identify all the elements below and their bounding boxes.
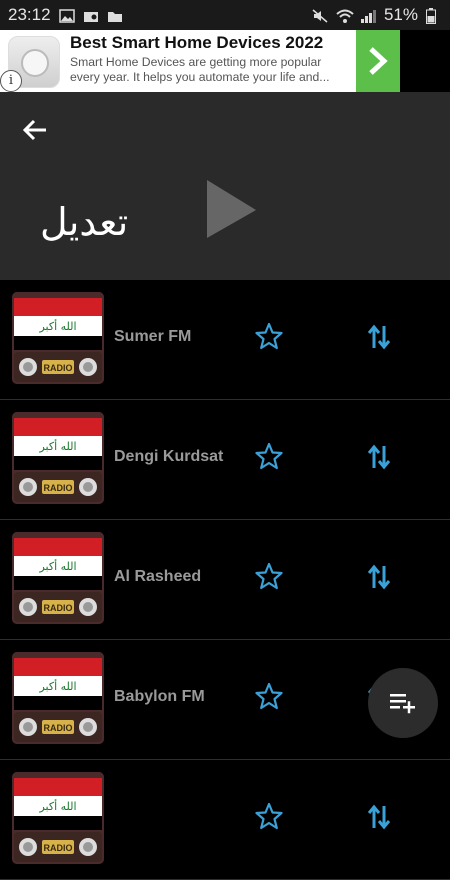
favorite-button[interactable]	[255, 802, 283, 830]
svg-text:الله أكبر: الله أكبر	[38, 559, 76, 573]
play-icon	[207, 180, 256, 238]
ad-title: Best Smart Home Devices 2022	[70, 33, 324, 52]
station-name: Sumer FM	[114, 328, 192, 345]
ad-info-icon[interactable]: i	[0, 70, 22, 92]
image-notification-icon	[58, 8, 75, 23]
reorder-handle[interactable]	[366, 322, 392, 352]
swap-vertical-icon	[367, 564, 391, 590]
ad-banner[interactable]: Best Smart Home Devices 2022 Smart Home …	[0, 30, 400, 92]
page-title: تعديل	[40, 200, 129, 244]
ad-text: Smart Home Devices are getting more popu…	[70, 55, 330, 84]
station-thumbnail: الله أكبر RADIO	[12, 292, 104, 384]
playlist-add-icon	[390, 694, 415, 714]
star-outline-icon	[255, 562, 283, 590]
station-row[interactable]: الله أكبر RADIO Sumer FM	[0, 280, 450, 400]
svg-text:الله أكبر: الله أكبر	[38, 679, 76, 693]
station-row[interactable]: الله أكبر RADIO Al Rasheed	[0, 520, 450, 640]
station-thumbnail: الله أكبر RADIO	[12, 772, 104, 864]
folder-notification-icon	[107, 8, 123, 22]
radio-label: RADIO	[44, 843, 73, 853]
svg-text:الله أكبر: الله أكبر	[38, 799, 76, 813]
battery-percentage: 51%	[383, 5, 418, 24]
swap-vertical-icon	[367, 444, 391, 470]
mute-icon	[312, 8, 328, 23]
star-outline-icon	[255, 322, 283, 350]
battery-icon	[426, 8, 442, 24]
station-thumbnail: الله أكبر RADIO	[12, 412, 104, 504]
play-button[interactable]	[200, 174, 260, 244]
status-bar: 23:12 51%	[0, 0, 450, 30]
iraq-flag-radio-icon: الله أكبر RADIO	[12, 652, 104, 744]
favorite-button[interactable]	[255, 322, 283, 350]
station-row[interactable]: الله أكبر RADIO Dengi Kurdsat	[0, 400, 450, 520]
station-name: Babylon FM	[114, 688, 205, 705]
radio-label: RADIO	[44, 723, 73, 733]
reorder-handle[interactable]	[366, 562, 392, 592]
iraq-flag-radio-icon: الله أكبر RADIO	[12, 772, 104, 864]
favorite-button[interactable]	[255, 562, 283, 590]
add-to-playlist-button[interactable]	[368, 668, 438, 738]
station-thumbnail: الله أكبر RADIO	[12, 532, 104, 624]
station-row[interactable]: الله أكبر RADIO	[0, 760, 450, 880]
station-name: Dengi Kurdsat	[114, 448, 224, 465]
iraq-flag-radio-icon: الله أكبر RADIO	[12, 532, 104, 624]
back-button[interactable]	[20, 114, 52, 146]
star-outline-icon	[255, 682, 283, 710]
ad-open-button[interactable]	[356, 30, 400, 92]
favorite-button[interactable]	[255, 442, 283, 470]
swap-vertical-icon	[367, 804, 391, 830]
toolbar: تعديل	[0, 92, 450, 280]
wifi-icon	[336, 8, 354, 23]
station-list: الله أكبر RADIO Sumer FM الله أكبر RADIO…	[0, 280, 450, 880]
station-name: Al Rasheed	[114, 568, 202, 585]
radio-label: RADIO	[44, 483, 73, 493]
radio-label: RADIO	[44, 603, 73, 613]
star-outline-icon	[255, 802, 283, 830]
svg-text:الله أكبر: الله أكبر	[38, 319, 76, 333]
iraq-flag-radio-icon: الله أكبر RADIO	[12, 292, 104, 384]
swap-vertical-icon	[367, 324, 391, 350]
radio-label: RADIO	[44, 363, 73, 373]
arrow-back-icon	[22, 119, 46, 141]
svg-text:الله أكبر: الله أكبر	[38, 439, 76, 453]
star-outline-icon	[255, 442, 283, 470]
clock: 23:12	[8, 5, 51, 24]
chevron-right-icon	[369, 47, 388, 75]
signal-icon	[360, 8, 376, 23]
station-thumbnail: الله أكبر RADIO	[12, 652, 104, 744]
radio-notification-icon	[83, 8, 99, 22]
reorder-handle[interactable]	[366, 442, 392, 472]
iraq-flag-radio-icon: الله أكبر RADIO	[12, 412, 104, 504]
favorite-button[interactable]	[255, 682, 283, 710]
reorder-handle[interactable]	[366, 802, 392, 832]
